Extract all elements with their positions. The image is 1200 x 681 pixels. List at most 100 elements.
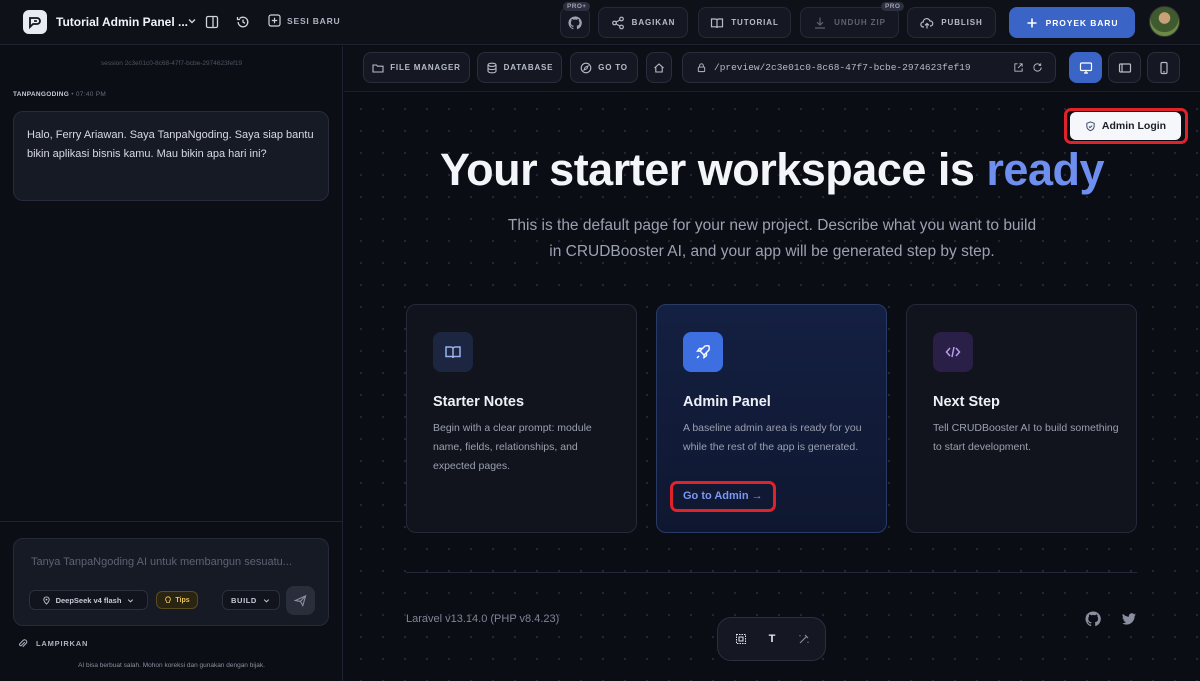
tablet-view-button[interactable] xyxy=(1108,52,1141,83)
chevron-down-icon[interactable] xyxy=(186,15,198,27)
card-description: Tell CRUDBooster AI to build something t… xyxy=(933,422,1119,453)
compass-icon xyxy=(580,62,592,73)
history-icon[interactable] xyxy=(234,13,252,31)
app-preview: Admin Login Your starter workspace is re… xyxy=(344,92,1200,681)
hero-heading: Your starter workspace is ready xyxy=(344,144,1200,196)
publish-button[interactable]: PUBLISH xyxy=(907,7,996,38)
share-button[interactable]: BAGIKAN xyxy=(598,7,688,38)
desktop-view-button[interactable] xyxy=(1069,52,1102,83)
chat-panel: session 2c3e01c0-8c68-47f7-bcbe-2974623f… xyxy=(0,46,343,681)
lightbulb-icon xyxy=(165,596,172,603)
card-icon-box xyxy=(433,332,473,372)
tutorial-button[interactable]: TUTORIAL xyxy=(698,7,791,38)
folder-icon xyxy=(372,63,384,73)
rocket-icon xyxy=(696,345,710,359)
ai-disclaimer: AI bisa berbuat salah. Mohon koreksi dan… xyxy=(78,662,265,669)
mobile-view-button[interactable] xyxy=(1147,52,1180,83)
model-select[interactable]: DeepSeek v4 flash xyxy=(29,590,148,610)
message-time: • 07:40 PM xyxy=(71,91,107,98)
app-logo-icon[interactable] xyxy=(23,10,47,34)
send-button[interactable] xyxy=(286,586,315,615)
smartphone-icon xyxy=(1159,61,1168,74)
home-button[interactable] xyxy=(646,52,672,83)
url-bar[interactable]: /preview/2c3e01c0-8c68-47f7-bcbe-2974623… xyxy=(682,52,1056,83)
download-icon xyxy=(815,17,826,29)
card-icon-box xyxy=(683,332,723,372)
hero-text: Your starter workspace is xyxy=(440,144,987,195)
attach-label: LAMPIRKAN xyxy=(36,639,89,648)
cloud-upload-icon xyxy=(920,17,934,28)
goto-button[interactable]: GO TO xyxy=(570,52,638,83)
share-label: BAGIKAN xyxy=(631,18,676,27)
new-project-button[interactable]: PROYEK BARU xyxy=(1009,7,1135,38)
chevron-down-icon xyxy=(128,598,134,603)
book-open-icon xyxy=(711,17,724,28)
home-icon xyxy=(654,62,664,73)
external-link-icon[interactable] xyxy=(1013,62,1024,73)
github-button[interactable]: PRO+ xyxy=(560,2,591,38)
github-icon xyxy=(568,15,582,29)
composer-area: DeepSeek v4 flash Tips BUILD LAMPIRKAN A… xyxy=(0,521,343,681)
highlight-go-to-admin xyxy=(670,481,776,512)
attach-button[interactable]: LAMPIRKAN xyxy=(17,638,88,649)
hero-accent: ready xyxy=(986,144,1104,195)
sidebar-toggle-icon[interactable] xyxy=(203,13,221,31)
tips-button[interactable]: Tips xyxy=(156,591,198,609)
tips-label: Tips xyxy=(175,596,190,604)
monitor-icon xyxy=(1079,61,1092,74)
card-title: Next Step xyxy=(933,394,1000,410)
database-label: DATABASE xyxy=(503,63,554,72)
card-next-step: Next Step Tell CRUDBooster AI to build s… xyxy=(906,304,1137,533)
github-icon[interactable] xyxy=(1085,611,1101,627)
text-tool-button[interactable]: T xyxy=(765,632,779,646)
chevron-down-icon xyxy=(263,598,270,603)
session-id: session 2c3e01c0-8c68-47f7-bcbe-2974623f… xyxy=(100,60,243,67)
tablet-landscape-icon xyxy=(1118,62,1131,73)
model-label: DeepSeek v4 flash xyxy=(55,595,122,605)
lock-icon xyxy=(697,63,706,73)
goto-label: GO TO xyxy=(598,63,628,72)
footer-divider xyxy=(406,572,1137,573)
message-header: TANPANGODING • 07:40 PM xyxy=(13,91,106,98)
project-title[interactable]: Tutorial Admin Panel ... xyxy=(56,15,188,29)
paperclip-icon xyxy=(19,639,28,648)
plus-square-icon xyxy=(268,14,281,27)
mode-select[interactable]: BUILD xyxy=(222,590,280,610)
highlight-admin-login xyxy=(1064,108,1188,144)
pro-badge: PRO xyxy=(881,2,905,11)
file-manager-button[interactable]: FILE MANAGER xyxy=(363,52,470,83)
tutorial-label: TUTORIAL xyxy=(731,18,779,27)
card-starter-notes: Starter Notes Begin with a clear prompt:… xyxy=(406,304,637,533)
message-sender: TANPANGODING xyxy=(13,91,70,98)
magic-edit-icon[interactable] xyxy=(797,632,811,646)
database-button[interactable]: DATABASE xyxy=(477,52,562,83)
assistant-message: Halo, Ferry Ariawan. Saya TanpaNgoding. … xyxy=(13,111,329,201)
chat-input[interactable] xyxy=(31,556,316,568)
twitter-icon[interactable] xyxy=(1121,611,1137,627)
code-icon xyxy=(945,346,961,358)
new-session-button[interactable]: SESI BARU xyxy=(268,14,341,27)
select-element-icon[interactable] xyxy=(734,632,748,646)
card-title: Admin Panel xyxy=(683,394,771,410)
preview-url: /preview/2c3e01c0-8c68-47f7-bcbe-2974623… xyxy=(714,62,971,73)
card-title: Starter Notes xyxy=(433,394,525,410)
book-icon xyxy=(445,346,461,359)
user-avatar[interactable] xyxy=(1149,6,1180,37)
download-zip-label: UNDUH ZIP xyxy=(834,18,886,27)
floating-tool-bar: T xyxy=(717,617,826,661)
mode-label: BUILD xyxy=(231,595,257,605)
pro-plus-badge: PRO+ xyxy=(563,2,591,11)
refresh-icon[interactable] xyxy=(1032,62,1043,73)
composer: DeepSeek v4 flash Tips BUILD xyxy=(13,538,329,626)
new-project-label: PROYEK BARU xyxy=(1045,17,1119,28)
database-icon xyxy=(487,62,497,73)
file-manager-label: FILE MANAGER xyxy=(390,63,461,72)
card-description: A baseline admin area is ready for you w… xyxy=(683,422,862,453)
card-description: Begin with a clear prompt: module name, … xyxy=(433,422,592,472)
version-text: Laravel v13.14.0 (PHP v8.4.23) xyxy=(406,613,560,625)
share-icon xyxy=(611,16,624,29)
publish-label: PUBLISH xyxy=(941,18,983,27)
download-zip-button[interactable]: PRO UNDUH ZIP xyxy=(800,2,905,38)
map-pin-icon xyxy=(42,596,50,605)
card-icon-box xyxy=(933,332,973,372)
